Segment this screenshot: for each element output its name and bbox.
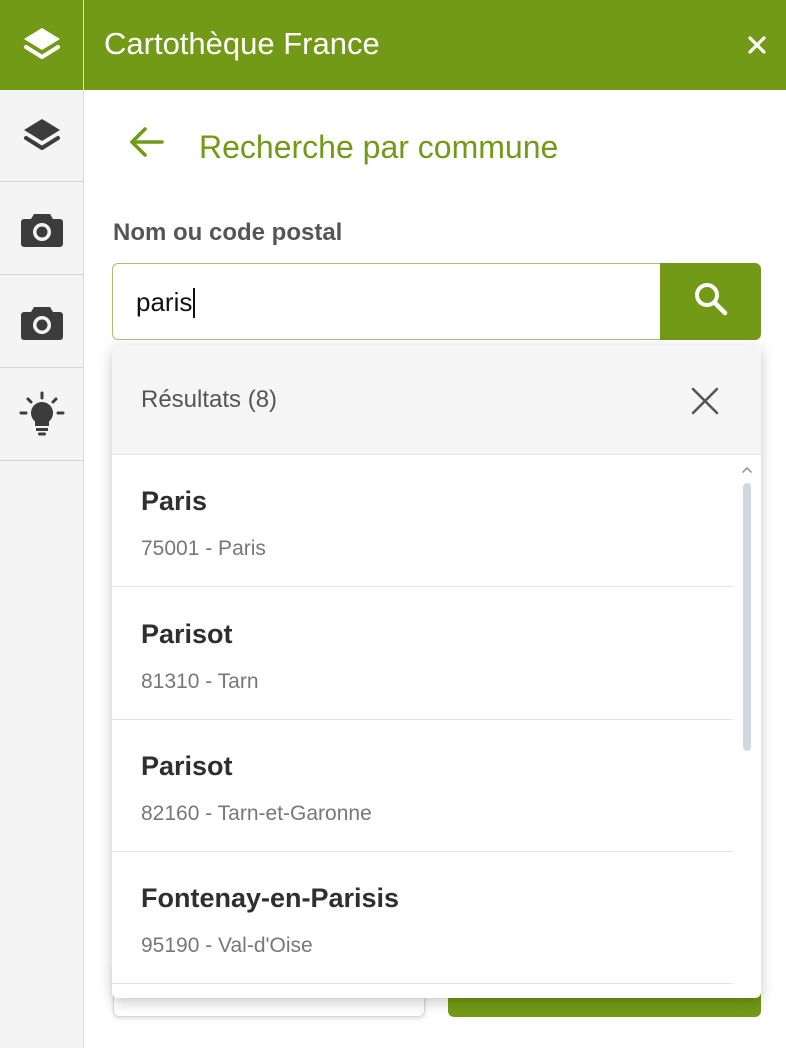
layers-icon (22, 116, 62, 156)
app-header: Cartothèque France (84, 0, 786, 90)
search-field-label: Nom ou code postal (113, 219, 343, 246)
rail-item-camera-2[interactable] (0, 276, 83, 368)
lightbulb-icon (18, 391, 66, 439)
scrollbar-thumb[interactable] (743, 483, 751, 751)
rail-item-layers[interactable] (0, 90, 83, 182)
app-title: Cartothèque France (104, 26, 380, 61)
close-icon[interactable] (690, 386, 720, 416)
scroll-up-icon[interactable] (741, 462, 753, 473)
panel-title: Recherche par commune (199, 129, 559, 165)
result-name: Parisot (141, 751, 233, 781)
results-count: Résultats (8) (141, 386, 278, 413)
search-icon (693, 281, 729, 322)
camera-icon (20, 210, 64, 248)
result-detail: 81310 - Tarn (141, 670, 259, 693)
rail-item-layers-active[interactable] (0, 0, 83, 90)
result-detail: 75001 - Paris (141, 537, 266, 560)
result-detail: 82160 - Tarn-et-Garonne (141, 802, 372, 825)
results-header: Résultats (8) (112, 345, 761, 455)
arrow-left-icon[interactable] (128, 124, 166, 160)
result-item[interactable]: Parisot 81310 - Tarn (112, 588, 733, 720)
camera-icon (20, 303, 64, 341)
rail-item-lightbulb[interactable] (0, 369, 83, 461)
result-item[interactable]: Paris 75001 - Paris (112, 455, 733, 587)
result-name: Parisot (141, 619, 233, 649)
side-rail (0, 0, 84, 1048)
result-name: Paris (141, 486, 208, 516)
results-dropdown: Résultats (8) Paris 75001 - Paris Pariso… (112, 345, 761, 998)
search-button[interactable] (660, 263, 761, 340)
search-input[interactable]: paris (112, 263, 661, 340)
search-input-value: paris (136, 287, 193, 317)
layers-icon (22, 25, 62, 65)
result-detail: 95190 - Val-d'Oise (141, 934, 313, 957)
text-caret (193, 288, 195, 318)
result-name: Fontenay-en-Parisis (141, 883, 400, 913)
result-item[interactable]: Fontenay-en-Parisis 95190 - Val-d'Oise (112, 852, 733, 984)
rail-item-camera-1[interactable] (0, 183, 83, 275)
result-item[interactable]: Parisot 82160 - Tarn-et-Garonne (112, 720, 733, 852)
close-icon[interactable] (746, 34, 768, 56)
